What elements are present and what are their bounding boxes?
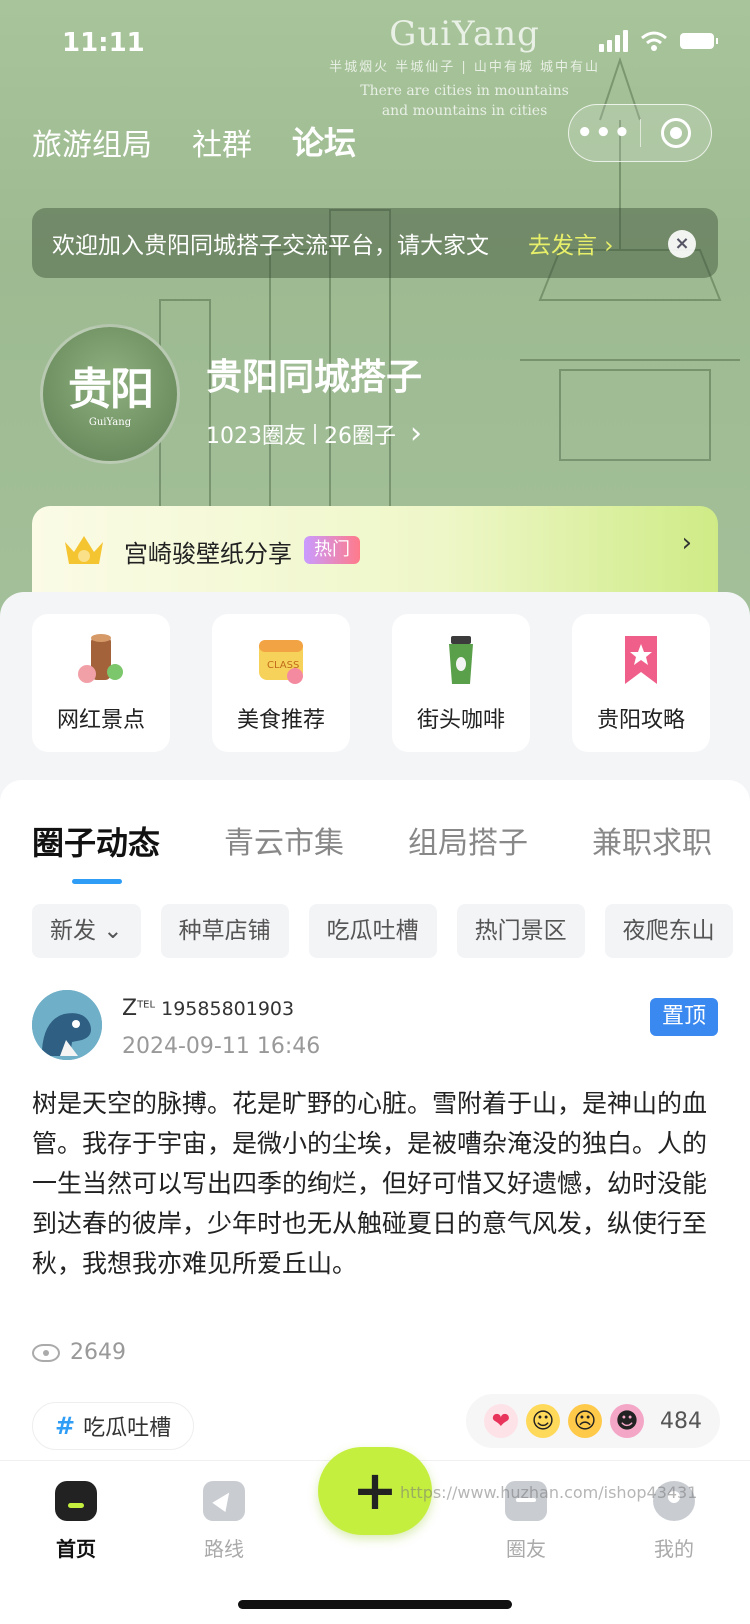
quick-link-food[interactable]: CLASS 美食推荐 [212,614,350,752]
tab-meetups[interactable]: 组局搭子 [408,818,528,864]
post-tag[interactable]: # 吃瓜吐槽 [32,1402,195,1450]
tab-label: 圈友 [506,1537,546,1561]
tab-market[interactable]: 青云市集 [224,818,344,864]
chip-hot-spots[interactable]: 热门景区 [456,904,585,958]
reactions[interactable]: ❤ ☺ ☹ ☻ 484 [466,1394,720,1448]
signal-icon [599,30,628,52]
post-body[interactable]: 树是天空的脉搏。花是旷野的心脏。雪附着于山，是神山的血管。我存于宇宙，是微小的尘… [32,1084,718,1284]
tab-label: 首页 [56,1537,96,1561]
status-time: 11:11 [62,28,145,58]
post-author[interactable]: ZTEL 19585801903 [122,996,294,1021]
circle-count: 26圈子 [324,423,396,449]
target-icon [660,118,691,148]
miniapp-capsule: ••• [568,104,712,162]
hot-badge: 热门 [304,536,360,564]
crown-icon [65,536,103,564]
community-name: 贵阳同城搭子 [206,357,423,398]
notice-text: 欢迎加入贵阳同城搭子交流平台，请大家文 [52,233,489,259]
watermark-text: https://www.huzhan.com/ishop43431 [400,1483,698,1502]
pinned-badge: 置顶 [649,998,718,1036]
eye-icon [32,1343,60,1362]
view-count-value: 2649 [70,1340,126,1365]
status-bar: 11:11 [0,0,750,90]
pleading-face-icon[interactable]: ☹ [568,1404,602,1438]
home-icon [55,1481,97,1521]
quick-link-label: 贵阳攻略 [596,708,685,733]
author-name: Z [122,996,138,1021]
tree-stump-icon [78,634,123,683]
route-icon [203,1481,245,1521]
hot-topic-label: 宫崎骏壁纸分享 [124,540,292,568]
tab-route[interactable]: 路线 [164,1481,284,1562]
coffee-cup-icon [449,636,473,684]
quick-links: 网红景点 CLASS 美食推荐 街头咖啡 贵阳攻略 [32,614,710,752]
tab-jobs[interactable]: 兼职求职 [592,818,712,864]
chip-night-hike[interactable]: 夜爬东山 [604,904,733,958]
quick-link-label: 街头咖啡 [416,708,505,733]
bookmark-star-icon [625,636,657,684]
feed-tabs: 圈子动态 青云市集 组局搭子 兼职求职 [32,818,712,884]
tab-forum[interactable]: 论坛 [287,118,361,164]
status-icons [599,30,718,52]
tab-circle-updates[interactable]: 圈子动态 [32,818,160,884]
author-tel-label: TEL [137,999,156,1011]
sort-dropdown[interactable]: 新发 ⌄ [32,904,141,958]
tab-label: 路线 [204,1537,244,1561]
battery-icon [680,33,718,49]
chevron-right-icon: › [681,528,692,558]
dinosaur-avatar-icon [32,990,102,1060]
heart-icon[interactable]: ❤ [484,1404,518,1438]
close-icon[interactable]: × [668,230,696,258]
laughing-face-icon[interactable]: ☺ [526,1404,560,1438]
community-stats[interactable]: 1023圈友 26圈子 › [206,416,422,451]
avatar[interactable] [32,990,102,1060]
community-avatar[interactable]: 贵阳 GuiYang [40,324,180,464]
tab-travel-group[interactable]: 旅游组局 [32,120,152,164]
filter-chips: 新发 ⌄ 种草店铺 吃瓜吐槽 热门景区 夜爬东山 [32,904,733,958]
brand-line3: and mountains in cities [381,103,548,119]
quick-link-label: 网红景点 [56,708,145,733]
post-tag-label: 吃瓜吐槽 [83,1416,172,1441]
chip-shops[interactable]: 种草店铺 [160,904,289,958]
calendar-class-icon: CLASS [259,640,303,684]
reaction-count: 484 [660,1408,702,1434]
post-date: 2024-09-11 16:46 [122,1034,321,1059]
tab-community[interactable]: 社群 [192,120,252,164]
notice-post-link[interactable]: 去发言 › [528,226,614,260]
quick-link-label: 美食推荐 [236,708,325,733]
quick-link-coffee[interactable]: 街头咖啡 [392,614,530,752]
wifi-icon [641,31,667,51]
chip-gossip[interactable]: 吃瓜吐槽 [308,904,437,958]
home-indicator [238,1600,512,1609]
close-miniapp-button[interactable] [641,118,712,148]
notice-bar[interactable]: 欢迎加入贵阳同城搭子交流平台，请大家文 去发言 › × [32,208,718,278]
member-count: 1023圈友 [206,423,306,449]
avatar-title: 贵阳 [68,363,154,415]
tab-label: 我的 [654,1537,694,1561]
hashtag-icon: # [55,1412,76,1440]
view-count: 2649 [32,1340,126,1365]
avatar-subtitle: GuiYang [88,416,132,428]
top-nav: 旅游组局 社群 论坛 [32,118,361,164]
tab-home[interactable]: 首页 [16,1481,136,1562]
chevron-right-icon: › [410,416,422,451]
author-phone: 19585801903 [161,998,295,1020]
quick-link-attractions[interactable]: 网红景点 [32,614,170,752]
quick-link-guide[interactable]: 贵阳攻略 [572,614,710,752]
stats-divider [314,423,316,444]
plus-icon: + [352,1459,398,1522]
clown-face-icon[interactable]: ☻ [610,1404,644,1438]
hot-topic-banner[interactable]: 宫崎骏壁纸分享 热门 › [32,506,718,596]
more-icon[interactable]: ••• [569,118,640,148]
